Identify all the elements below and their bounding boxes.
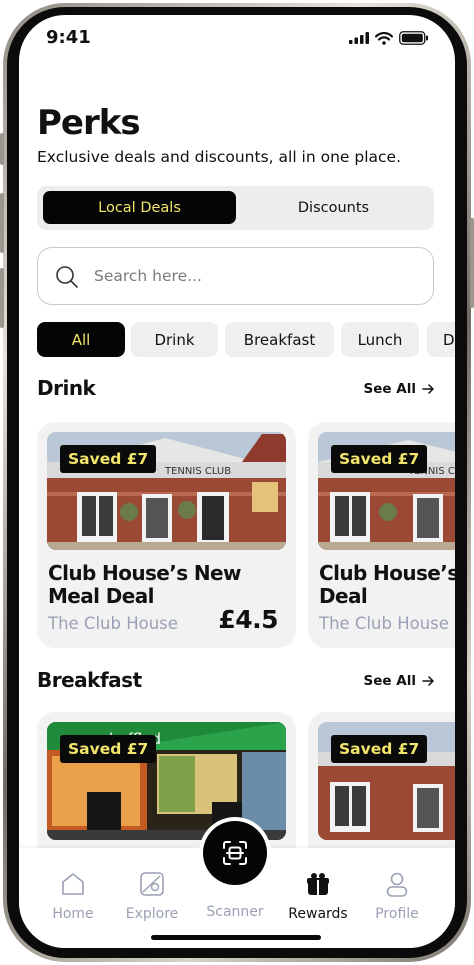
image-sign: TENNIS CLUB [164, 466, 231, 477]
tab-discounts[interactable]: Discounts [237, 191, 430, 224]
chip-drink[interactable]: Drink [131, 322, 218, 357]
page-subtitle: Exclusive deals and discounts, all in on… [37, 148, 402, 166]
tab-explore[interactable]: Explore [117, 870, 187, 922]
deal-image: TENNIS CLUB Saved £7 [47, 432, 286, 550]
deal-title: Club House’s Meal Deal [319, 561, 455, 608]
chip-lunch[interactable]: Lunch [341, 322, 419, 357]
deal-card[interactable]: TENNIS CLUB Saved £7 Club House’s New Me… [37, 422, 296, 648]
saved-badge: Saved £7 [331, 445, 428, 473]
chip-breakfast[interactable]: Breakfast [225, 322, 334, 357]
tab-home[interactable]: Home [38, 870, 108, 922]
tab-scanner-label-wrap: Scanner [200, 900, 270, 920]
wifi-icon [375, 31, 393, 45]
arrow-right-icon [422, 676, 434, 686]
deal-title: Club House’s New Meal Deal [48, 561, 241, 608]
see-all-label: See All [363, 381, 416, 397]
deal-venue: The Club House [319, 614, 449, 633]
tab-label: Profile [375, 906, 419, 922]
tab-profile[interactable]: Profile [362, 870, 432, 922]
gift-icon [307, 873, 329, 895]
deals-segmented-control: Local Deals Discounts [37, 186, 434, 230]
app-screen: 9:41 Perks Exclusive deals and discounts… [19, 15, 455, 948]
status-icons [349, 31, 429, 45]
deal-card[interactable]: TENNIS CLUB Saved £7 Club House’s Meal D… [308, 422, 455, 648]
search-input[interactable] [94, 260, 414, 292]
see-all-label: See All [363, 673, 416, 689]
page-title: Perks [37, 103, 141, 143]
search-icon [56, 266, 78, 288]
volume-up-button [0, 193, 4, 253]
category-chips: All Drink Breakfast Lunch D [37, 322, 455, 358]
home-indicator [151, 935, 321, 940]
saved-badge: Saved £7 [331, 735, 428, 763]
tab-label: Home [52, 906, 94, 922]
chip-all[interactable]: All [37, 322, 125, 357]
search-box [37, 247, 434, 305]
section-title-breakfast: Breakfast [37, 668, 142, 692]
mute-switch [0, 133, 4, 165]
tab-rewards[interactable]: Rewards [283, 870, 353, 922]
signal-icon [349, 32, 369, 44]
tab-label: Explore [125, 906, 179, 922]
deal-image: Saved £7 [318, 722, 455, 840]
chip-d[interactable]: D [427, 322, 455, 357]
arrow-right-icon [422, 384, 434, 394]
deal-price: £4.5 [218, 605, 278, 634]
deal-image: TENNIS CLUB Saved £7 [318, 432, 455, 550]
section-title-drink: Drink [37, 376, 96, 400]
see-all-breakfast[interactable]: See All [364, 673, 434, 689]
see-all-drink[interactable]: See All [364, 381, 434, 397]
status-bar: 9:41 [19, 15, 455, 63]
map-icon [140, 872, 164, 896]
volume-down-button [0, 268, 4, 328]
power-button [470, 218, 474, 308]
tab-label: Scanner [206, 904, 264, 920]
home-icon [62, 873, 84, 895]
status-time: 9:41 [46, 27, 91, 48]
user-icon [386, 872, 408, 897]
tab-label: Rewards [288, 906, 348, 922]
scanner-button[interactable] [203, 821, 267, 885]
tab-local-deals[interactable]: Local Deals [43, 191, 236, 224]
saved-badge: Saved £7 [60, 445, 157, 473]
deal-venue: The Club House [48, 614, 178, 633]
battery-icon [399, 31, 428, 45]
saved-badge: Saved £7 [60, 735, 157, 763]
scan-icon [223, 841, 247, 865]
